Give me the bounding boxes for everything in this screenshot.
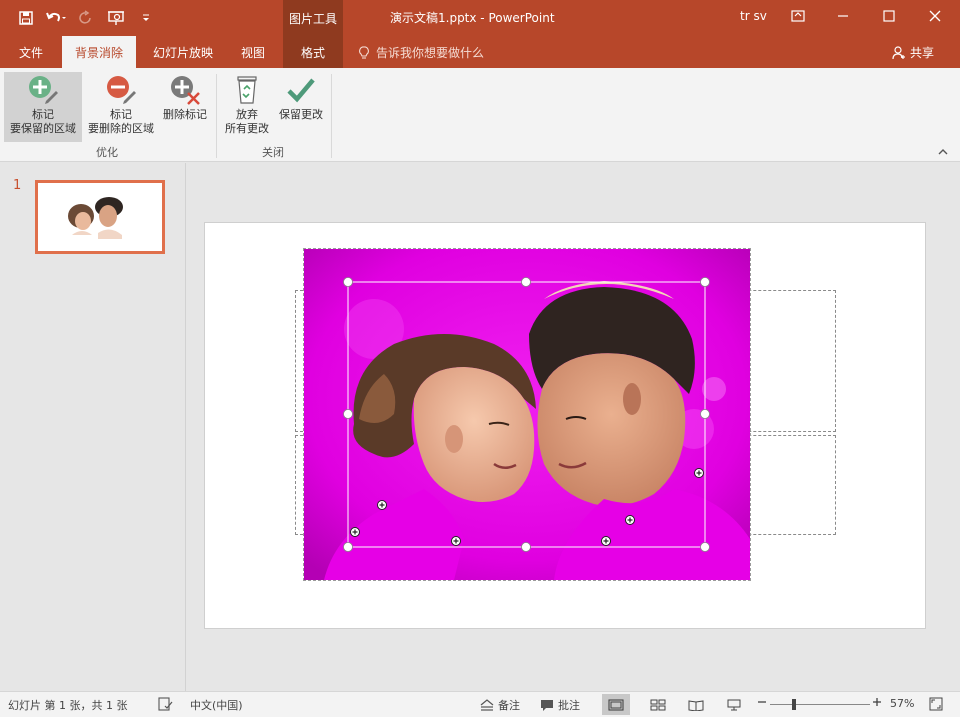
minus-pencil-icon [103, 72, 139, 108]
checkmark-icon [283, 72, 319, 108]
mark-areas-to-keep-button[interactable]: 标记 要保留的区域 [4, 72, 82, 142]
group-separator [331, 74, 332, 158]
delete-mark-button[interactable]: 删除标记 [159, 72, 211, 142]
fit-to-window-icon [929, 697, 943, 711]
plus-icon [873, 698, 881, 706]
keep-changes-label: 保留更改 [279, 108, 323, 121]
mark-remove-line1: 标记 [110, 108, 132, 121]
minimize-button[interactable] [820, 0, 866, 32]
zoom-slider-thumb[interactable] [792, 699, 796, 710]
status-bar: 幻灯片 第 1 张，共 1 张 中文(中国) 备注 批注 57% [0, 691, 960, 717]
quick-access-toolbar [14, 6, 158, 30]
mark-areas-to-remove-button[interactable]: 标记 要删除的区域 [84, 72, 158, 142]
slide-thumbnail[interactable] [35, 180, 165, 254]
mark-remove-line2: 要删除的区域 [88, 122, 154, 135]
undo-icon [46, 12, 66, 22]
language-status[interactable]: 中文(中国) [190, 697, 243, 713]
chevron-up-icon [938, 149, 948, 155]
minimize-icon [838, 15, 848, 17]
thumbnail-couple-image [68, 197, 123, 239]
maximize-button[interactable] [866, 0, 912, 32]
ribbon-tab-row: 文件 背景消除 幻灯片放映 视图 格式 告诉我你想要做什么 共享 [0, 36, 960, 68]
close-icon [929, 10, 941, 22]
minus-icon [758, 701, 766, 703]
plus-pencil-icon [25, 72, 61, 108]
keep-changes-button[interactable]: 保留更改 [274, 72, 328, 142]
fit-slide-button[interactable] [929, 697, 943, 711]
reading-view-button[interactable] [682, 694, 710, 715]
tab-background-removal[interactable]: 背景消除 [62, 36, 136, 68]
tab-format[interactable]: 格式 [283, 36, 343, 68]
ribbon-display-icon [791, 10, 805, 22]
delete-mark-label: 删除标记 [163, 108, 207, 121]
ribbon-display-options-button[interactable] [775, 0, 821, 32]
picture-tools-header: 图片工具 [283, 0, 343, 36]
normal-view-icon [608, 698, 624, 711]
chevron-down-icon [143, 14, 149, 21]
customize-qat-button[interactable] [134, 6, 158, 30]
tab-slideshow[interactable]: 幻灯片放映 [142, 36, 224, 68]
title-bar: 图片工具 演示文稿1.pptx - PowerPoint tr sv [0, 0, 960, 36]
group-separator [216, 74, 217, 158]
discard-all-changes-button[interactable]: 放弃 所有更改 [222, 72, 272, 142]
book-icon [688, 699, 704, 711]
delete-mark-icon [167, 72, 203, 108]
mark-keep-line1: 标记 [32, 108, 54, 121]
slide-count-status: 幻灯片 第 1 张，共 1 张 [8, 699, 128, 712]
zoom-out-button[interactable] [757, 697, 767, 707]
slide-sorter-view-button[interactable] [644, 694, 672, 715]
thumbnail-slide-number: 1 [13, 178, 22, 193]
couple-photo-with-removal-overlay [304, 249, 750, 580]
group-label-refine: 优化 [96, 146, 118, 159]
redo-icon [79, 10, 91, 24]
slide-thumbnail-pane: 1 [0, 163, 186, 691]
share-button[interactable]: 共享 [892, 44, 934, 61]
user-name[interactable]: tr sv [740, 9, 767, 23]
document-title: 演示文稿1.pptx - PowerPoint [390, 11, 555, 25]
zoom-in-button[interactable] [872, 697, 882, 707]
background-removal-picture[interactable] [303, 248, 751, 581]
maximize-icon [883, 10, 895, 22]
slideshow-icon [108, 11, 124, 25]
from-beginning-button[interactable] [104, 6, 128, 30]
spellcheck-icon [158, 697, 173, 711]
share-label: 共享 [910, 46, 935, 60]
notes-button[interactable]: 备注 [480, 697, 520, 713]
notes-icon [480, 699, 494, 711]
tell-me-search[interactable]: 告诉我你想要做什么 [358, 44, 484, 61]
tell-me-label: 告诉我你想要做什么 [376, 46, 485, 60]
tab-view[interactable]: 视图 [230, 36, 276, 68]
comment-icon [541, 699, 553, 711]
zoom-level[interactable]: 57% [890, 697, 914, 710]
undo-button[interactable] [44, 6, 68, 30]
spellcheck-button[interactable] [157, 697, 173, 711]
slideshow-view-button[interactable] [720, 694, 748, 715]
zoom-slider-track[interactable] [770, 704, 870, 705]
person-icon [892, 45, 905, 59]
save-icon [19, 11, 33, 25]
discard-line1: 放弃 [236, 108, 258, 121]
grid-icon [650, 699, 666, 710]
comments-label: 批注 [558, 699, 580, 712]
lightbulb-icon [359, 45, 369, 59]
mark-keep-line2: 要保留的区域 [10, 122, 76, 135]
group-label-close: 关闭 [262, 146, 284, 159]
close-button[interactable] [912, 0, 958, 32]
ribbon: 标记 要保留的区域 标记 要删除的区域 删除标记 优化 放弃 所有更改 保留更改… [0, 68, 960, 162]
notes-label: 备注 [498, 699, 520, 712]
normal-view-button[interactable] [602, 694, 630, 715]
discard-line2: 所有更改 [225, 122, 269, 135]
redo-button[interactable] [74, 6, 98, 30]
comments-button[interactable]: 批注 [540, 697, 580, 713]
tab-file[interactable]: 文件 [8, 36, 54, 68]
recycle-bin-icon [229, 72, 265, 108]
projector-icon [727, 699, 741, 710]
save-button[interactable] [14, 6, 38, 30]
collapse-ribbon-button[interactable] [938, 148, 948, 159]
